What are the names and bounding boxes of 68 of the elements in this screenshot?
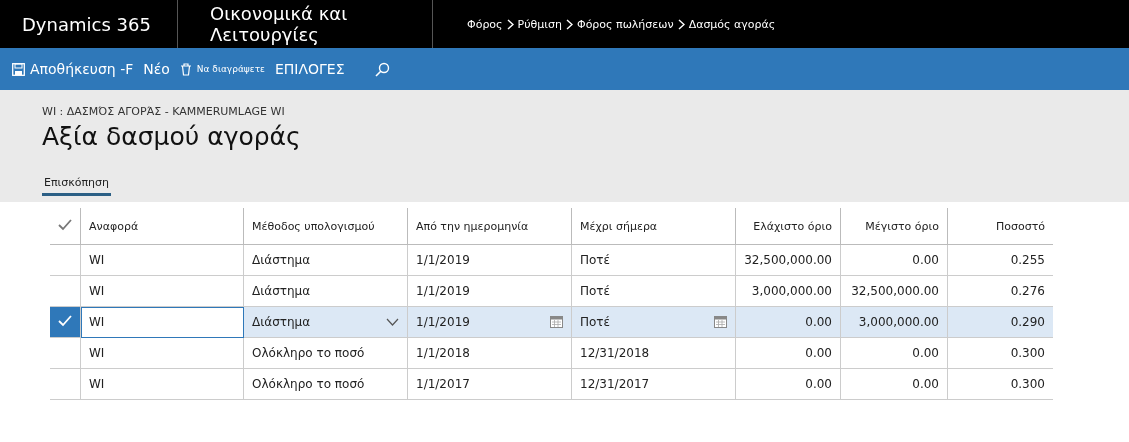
table-cell: Διάστημα — [243, 244, 408, 276]
table-cell: 0.00 — [735, 368, 841, 400]
table-cell: 0.276 — [947, 275, 1053, 307]
table-cell: 1/1/2017 — [407, 368, 572, 400]
chevron-icon — [506, 18, 514, 30]
table-cell: Διάστημα — [243, 275, 408, 307]
column-header[interactable]: Μέθοδος υπολογισμού — [243, 208, 408, 245]
calendar-icon[interactable] — [714, 316, 727, 328]
date-value[interactable]: Ποτέ — [580, 315, 611, 329]
breadcrumb-link[interactable]: Δασμός αγοράς — [688, 17, 776, 31]
table-cell: 3,000,000.00 — [840, 306, 948, 338]
table-cell: 0.255 — [947, 244, 1053, 276]
calendar-icon[interactable] — [550, 316, 563, 328]
table-cell: 0.290 — [947, 306, 1053, 338]
table-cell: 0.00 — [735, 337, 841, 369]
checkmark-icon — [58, 218, 72, 231]
table-cell: WI — [80, 244, 244, 276]
breadcrumb-link[interactable]: Φόρος πωλήσεων — [576, 17, 674, 31]
column-header[interactable]: Ελάχιστο όριο — [735, 208, 841, 245]
table-cell: Ποτέ — [571, 244, 736, 276]
chevron-down-icon[interactable] — [386, 318, 399, 326]
tab[interactable]: Επισκόπηση — [42, 176, 112, 196]
breadcrumb-link[interactable]: Ρύθμιση — [517, 17, 562, 31]
checkmark-icon — [58, 314, 72, 327]
table-cell: 12/31/2018 — [571, 337, 736, 369]
page-title: Αξία δασμού αγοράς — [42, 122, 302, 151]
table-cell: 1/1/2019 — [407, 275, 572, 307]
table-cell: 0.300 — [947, 337, 1053, 369]
table-cell: 1/1/2018 — [407, 337, 572, 369]
column-header[interactable]: Μέγιστο όριο — [840, 208, 948, 245]
new-button[interactable]: Νέο — [143, 61, 170, 77]
table-cell: WI — [80, 368, 244, 400]
table-cell: Ποτέ — [571, 275, 736, 307]
save-icon — [12, 62, 25, 76]
input-field[interactable]: WI — [80, 306, 244, 338]
row-selector[interactable] — [50, 306, 81, 338]
module-name[interactable]: Οικονομικά και Λειτουργίες — [210, 3, 432, 45]
app-name[interactable]: Dynamics 365 — [22, 13, 151, 35]
chevron-icon — [677, 18, 685, 30]
dropdown-value[interactable]: Διάστημα — [252, 315, 311, 329]
chevron-icon — [565, 18, 573, 30]
save-button[interactable]: Αποθήκευση -F — [12, 61, 134, 77]
breadcrumb-link[interactable]: Φόρος — [467, 17, 503, 31]
column-header[interactable]: Ποσοστό — [947, 208, 1053, 245]
table-cell: 32,500,000.00 — [735, 244, 841, 276]
table-cell: 12/31/2017 — [571, 368, 736, 400]
search-button[interactable] — [374, 61, 390, 77]
options-button[interactable]: ΕΠΙΛΟΓΕΣ — [274, 61, 345, 77]
date-value[interactable]: 1/1/2019 — [416, 315, 470, 329]
column-header[interactable]: Από την ημερομηνία — [407, 208, 572, 245]
table-cell: 32,500,000.00 — [840, 275, 948, 307]
trash-icon — [179, 62, 192, 76]
search-icon — [374, 61, 390, 77]
table-cell: 0.00 — [735, 306, 841, 338]
delete-button[interactable]: Να διαγράψετε — [179, 62, 265, 76]
table-cell: 3,000,000.00 — [735, 275, 841, 307]
table-cell: 0.300 — [947, 368, 1053, 400]
table-cell: Ολόκληρο το ποσό — [243, 337, 408, 369]
table-cell: Ολόκληρο το ποσό — [243, 368, 408, 400]
table-cell: 0.00 — [840, 337, 948, 369]
column-header[interactable]: Μέχρι σήμερα — [571, 208, 736, 245]
table-cell: 0.00 — [840, 244, 948, 276]
table-cell: WI — [80, 337, 244, 369]
table-cell: 1/1/2019 — [407, 244, 572, 276]
table-cell: 0.00 — [840, 368, 948, 400]
column-header[interactable]: Αναφορά — [80, 208, 244, 245]
table-cell: WI — [80, 275, 244, 307]
page-caption: WI : ΔΑΣΜΌΣ ΑΓΟΡΆΣ - KAMMERUMLAGE WI — [42, 105, 286, 118]
